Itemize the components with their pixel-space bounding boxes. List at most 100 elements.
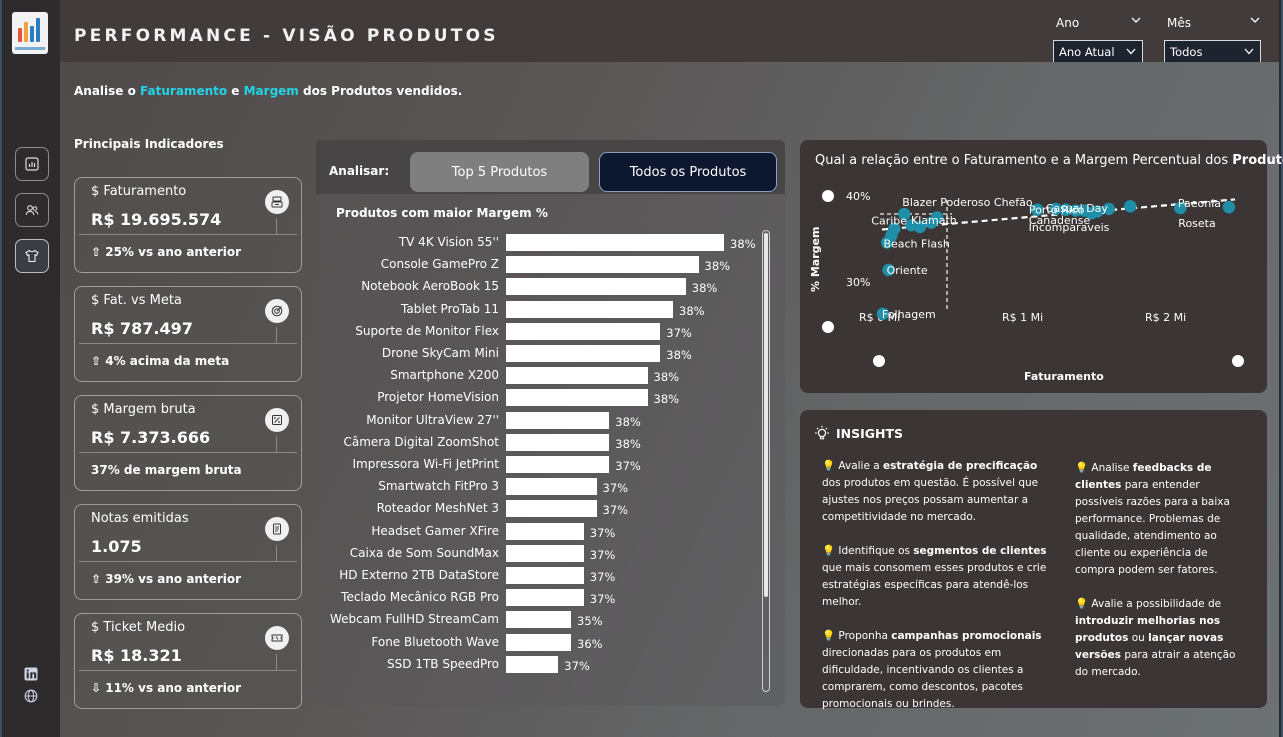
main-content: Analise o Faturamento e Margem dos Produ… xyxy=(60,62,1283,737)
scatter-point-label: Incomparaveis xyxy=(1029,221,1110,234)
bar-chart-title: Produtos com maior Margem % xyxy=(336,206,548,220)
bar[interactable] xyxy=(506,456,610,473)
bar[interactable] xyxy=(506,633,571,651)
nav-customers-button[interactable] xyxy=(15,193,49,227)
kpi-card-revenue: $ Faturamento R$ 19.695.574 ⇧ 25% vs ano… xyxy=(74,177,302,273)
insight-text: direcionadas para os produtos em dificul… xyxy=(822,647,1024,710)
linkedin-icon[interactable] xyxy=(24,667,38,681)
bar-category-label: Smartphone X200 xyxy=(390,368,499,383)
analyze-label: Analisar: xyxy=(329,164,390,178)
chart-control-handle[interactable] xyxy=(1232,355,1244,367)
tab-all-products[interactable]: Todos os Produtos xyxy=(599,152,777,192)
bar-category-label: Notebook AeroBook 15 xyxy=(361,279,499,294)
kpi-heading-prefix: Principais xyxy=(74,137,145,151)
insight-item: 💡 Analise feedbacks de clientes para ent… xyxy=(1075,460,1249,579)
insight-text: Analise xyxy=(1091,462,1133,474)
bar-category-label: Caixa de Som SoundMax xyxy=(349,545,499,560)
lightbulb-icon: 💡 xyxy=(822,460,839,472)
users-icon xyxy=(25,205,39,216)
bar-data-label: 37% xyxy=(589,592,616,607)
cash-register-icon xyxy=(265,190,289,214)
kpi-heading-bold: Indicadores xyxy=(144,137,224,151)
insight-emphasis: estratégia de precificação xyxy=(883,460,1038,472)
bar-category-label: Roteador MeshNet 3 xyxy=(376,501,499,516)
analyze-toolbar: Analisar: Top 5 Produtos Todos os Produt… xyxy=(316,140,785,194)
bar[interactable] xyxy=(506,234,724,251)
bar[interactable] xyxy=(506,544,584,562)
scatter-point[interactable] xyxy=(1124,200,1137,213)
page-title: PERFORMANCE - VISÃO PRODUTOS xyxy=(74,26,499,46)
bar[interactable] xyxy=(506,367,648,385)
bar[interactable] xyxy=(506,655,559,673)
bar-data-label: 37% xyxy=(666,325,692,340)
bar[interactable] xyxy=(506,478,597,496)
bar[interactable] xyxy=(506,256,699,274)
kpi-value: R$ 787.497 xyxy=(91,319,193,338)
bar[interactable] xyxy=(506,589,584,607)
kpi-comparison: ⇩ 11% vs ano anterior xyxy=(91,681,242,695)
divider xyxy=(276,218,277,234)
bar-category-label: Drone SkyCam Mini xyxy=(381,346,499,360)
month-filter-value: Todos xyxy=(1170,45,1203,59)
subtitle-text: Analise o xyxy=(74,84,141,98)
bar[interactable] xyxy=(506,567,584,584)
bar[interactable] xyxy=(506,411,610,429)
scatter-point-label: Beach Flash xyxy=(883,238,949,251)
year-filter-label: Ano xyxy=(1056,16,1080,30)
scatter-point[interactable] xyxy=(1222,200,1236,214)
bar[interactable] xyxy=(506,345,661,362)
kpi-title: $ Margem bruta xyxy=(91,402,196,417)
chart-control-handle[interactable] xyxy=(822,321,834,333)
year-filter-select[interactable]: Ano Atual xyxy=(1053,40,1143,63)
receipt-icon xyxy=(265,517,289,541)
ticket-icon xyxy=(265,626,289,650)
month-filter-label: Mês xyxy=(1167,16,1191,30)
bar[interactable] xyxy=(506,389,648,407)
nav-products-button[interactable] xyxy=(15,239,49,273)
bar-chart-scrollbar[interactable] xyxy=(762,230,770,692)
bar[interactable] xyxy=(506,522,584,540)
chevron-down-icon[interactable] xyxy=(1250,16,1260,24)
bar[interactable] xyxy=(506,322,661,340)
kpi-value: R$ 7.373.666 xyxy=(91,428,211,447)
bar-data-label: 35% xyxy=(577,614,603,629)
scrollbar-thumb[interactable] xyxy=(764,233,768,597)
bar-category-label: Console GamePro Z xyxy=(380,257,499,272)
bar[interactable] xyxy=(506,433,610,451)
scatter-panel: 40%30%R$ 0 MiR$ 1 MiR$ 2 MiFaturamento% … xyxy=(800,140,1283,393)
month-filter-select[interactable]: Todos xyxy=(1164,40,1261,63)
kpi-card-revenue-vs-target: $ Fat. vs Meta R$ 787.497 ⇧ 4% acima da … xyxy=(74,286,302,382)
kpi-comparison: ⇧ 4% acima da meta xyxy=(91,354,230,368)
insight-text: Avalie a xyxy=(838,460,884,472)
scatter-point-label: Roseta xyxy=(1178,217,1215,230)
bar-category-label: Fone Bluetooth Wave xyxy=(371,634,499,649)
bar-chart: TV 4K Vision 55'' 38% Console GamePro Z 38%… xyxy=(316,234,785,684)
chevron-down-icon[interactable] xyxy=(1131,16,1141,24)
insights-column-left: 💡 Avalie a estratégia de precificação do… xyxy=(822,458,1054,730)
divider xyxy=(276,327,277,343)
bar[interactable] xyxy=(506,278,686,296)
bar[interactable] xyxy=(506,611,571,629)
year-filter-value: Ano Atual xyxy=(1059,45,1115,59)
bar-data-label: 37% xyxy=(589,547,616,562)
divider xyxy=(276,436,277,452)
chart-control-handle[interactable] xyxy=(822,190,834,202)
lightbulb-icon: 💡 xyxy=(1075,598,1092,610)
bar[interactable] xyxy=(506,500,597,518)
chevron-down-icon xyxy=(1126,48,1136,55)
insight-text: ou xyxy=(1128,632,1149,644)
bar-data-label: 38% xyxy=(666,348,692,362)
chart-control-handle[interactable] xyxy=(873,355,885,367)
kpi-card-invoices: Notas emitidas 1.075 ⇧ 39% vs ano anteri… xyxy=(74,504,302,600)
kpi-comparison: 37% de margem bruta xyxy=(91,463,242,477)
globe-icon[interactable] xyxy=(24,689,38,703)
kpi-comparison: ⇧ 25% vs ano anterior xyxy=(91,245,242,259)
insight-emphasis: segmentos de clientes xyxy=(913,545,1047,557)
bar[interactable] xyxy=(506,300,673,318)
insight-text: Identifique os xyxy=(838,545,914,557)
insight-text: para entender possíveis razões para a ba… xyxy=(1075,479,1230,576)
bar-category-label: Headset Gamer XFire xyxy=(371,523,499,538)
tab-top5-products[interactable]: Top 5 Produtos xyxy=(410,152,589,192)
nav-overview-button[interactable] xyxy=(15,147,49,181)
bar-category-label: Câmera Digital ZoomShot xyxy=(343,434,499,449)
